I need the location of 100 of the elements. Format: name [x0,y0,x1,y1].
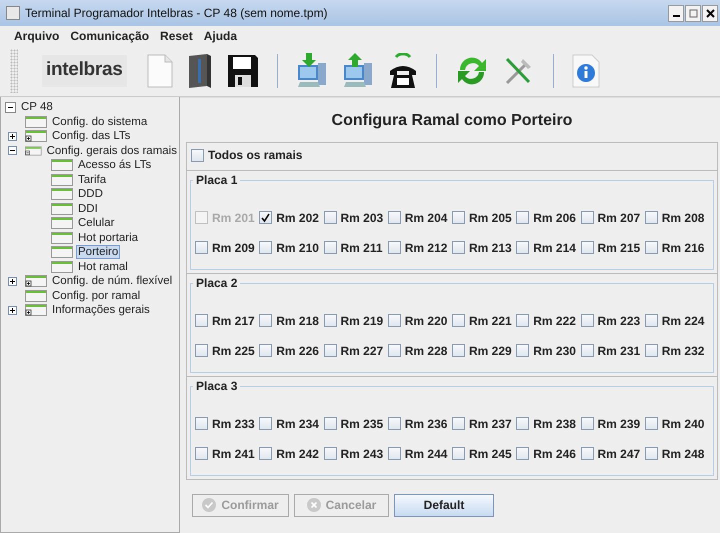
page-node-icon [51,202,73,215]
minimize-button[interactable] [668,4,684,22]
extension-checkbox[interactable]: Rm 229 [452,344,516,358]
tree-item[interactable]: CP 48 [19,100,55,114]
tree-item[interactable]: Config. de núm. flexível [50,274,174,288]
save-icon[interactable] [226,54,258,88]
extension-checkbox[interactable]: Rm 237 [452,416,516,430]
extension-checkbox[interactable]: Rm 204 [388,210,452,224]
tree-item[interactable]: Config. gerais dos ramais [44,144,179,158]
extension-checkbox[interactable]: Rm 216 [644,240,709,254]
extension-checkbox[interactable]: Rm 202 [259,210,324,224]
tree-item[interactable]: Hot ramal [76,260,130,274]
tree-item[interactable]: Tarifa [76,172,108,187]
extension-checkbox[interactable]: Rm 220 [388,314,452,328]
extension-checkbox[interactable]: Rm 217 [195,314,260,328]
extension-checkbox[interactable]: Rm 215 [580,240,645,254]
maximize-icon [688,8,698,18]
extension-checkbox[interactable]: Rm 241 [195,446,260,460]
info-icon[interactable] [572,54,600,88]
tree-item[interactable]: Config. do sistema [50,114,150,129]
close-icon [706,8,714,18]
expand-toggle-icon[interactable] [8,276,17,286]
extension-checkbox[interactable]: Rm 244 [388,446,452,460]
page-node-icon [51,217,73,230]
action-button[interactable]: Default [394,494,494,516]
extension-checkbox[interactable]: Rm 218 [259,314,324,328]
extension-checkbox[interactable]: Rm 248 [644,446,709,460]
tree-item[interactable]: Config. das LTs [50,129,132,144]
tree-item[interactable]: Celular [76,216,116,230]
menu-item[interactable]: Comunicação [70,29,150,43]
tree-item[interactable]: DDD [76,187,105,202]
expand-toggle-icon[interactable] [8,132,17,141]
tree-item[interactable]: Porteiro [76,245,120,260]
extension-checkbox[interactable]: Rm 236 [388,416,452,430]
folder-node-icon [25,304,47,316]
menu-item[interactable]: Reset [160,29,193,43]
minimize-icon [672,15,680,17]
extension-checkbox[interactable]: Rm 232 [644,344,709,358]
all-extensions-checkbox[interactable]: Todos os ramais [191,148,302,162]
extension-checkbox[interactable]: Rm 223 [580,314,645,328]
extension-checkbox[interactable]: Rm 233 [195,416,260,430]
panel-heading: Configura Ramal como Porteiro [330,111,574,131]
extension-checkbox[interactable]: Rm 213 [452,240,516,254]
upload-computer-icon[interactable] [342,53,374,89]
page-node-icon [51,174,73,186]
folder-node-icon [25,130,47,142]
extension-checkbox[interactable]: Rm 239 [580,416,645,430]
check-mark-icon [260,212,272,223]
folder-node-icon [25,144,42,157]
extension-checkbox[interactable]: Rm 222 [516,314,580,328]
extension-checkbox[interactable]: Rm 228 [388,344,452,358]
tree-item[interactable]: Hot portaria [76,230,140,245]
extension-checkbox[interactable]: Rm 231 [580,344,645,358]
extension-checkbox[interactable]: Rm 235 [324,416,388,430]
close-button[interactable] [702,4,718,22]
extension-checkbox[interactable]: Rm 227 [324,344,388,358]
extension-checkbox[interactable]: Rm 242 [259,446,324,460]
menu-item[interactable]: Arquivo [14,29,60,43]
tree-item[interactable]: Acesso ás LTs [76,158,154,172]
extension-checkbox[interactable]: Rm 206 [516,210,580,224]
extension-checkbox[interactable]: Rm 209 [195,240,260,254]
collapse-root-icon[interactable] [5,102,16,113]
extension-checkbox[interactable]: Rm 203 [324,210,388,224]
tree-item[interactable]: Config. por ramal [50,288,142,303]
extension-checkbox[interactable]: Rm 240 [644,416,709,430]
extension-checkbox[interactable]: Rm 219 [324,314,388,328]
extension-checkbox[interactable]: Rm 226 [259,344,324,358]
maximize-button[interactable] [685,4,701,22]
extension-checkbox[interactable]: Rm 230 [516,344,580,358]
extension-checkbox[interactable]: Rm 212 [388,240,452,254]
expand-toggle-icon[interactable] [8,146,17,156]
extension-checkbox[interactable]: Rm 234 [259,416,324,430]
menu-item[interactable]: Ajuda [204,29,238,43]
extension-checkbox[interactable]: Rm 243 [324,446,388,460]
expand-toggle-icon[interactable] [8,306,17,315]
page-node-icon [25,290,47,302]
window-menu-icon[interactable] [6,6,20,20]
extension-checkbox[interactable]: Rm 210 [259,240,324,254]
extension-checkbox[interactable]: Rm 208 [644,210,709,224]
extension-checkbox[interactable]: Rm 211 [324,240,388,254]
extension-checkbox[interactable]: Rm 246 [516,446,580,460]
extension-checkbox[interactable]: Rm 225 [195,344,260,358]
extension-checkbox[interactable]: Rm 238 [516,416,580,430]
page-node-icon [51,159,73,172]
extension-checkbox[interactable]: Rm 245 [452,446,516,460]
tree-item[interactable]: Informações gerais [50,303,152,318]
extension-checkbox[interactable]: Rm 221 [452,314,516,328]
telephone-icon[interactable] [388,53,418,89]
extension-checkbox[interactable]: Rm 207 [580,210,645,224]
extension-checkbox[interactable]: Rm 214 [516,240,580,254]
check-circle-icon [202,498,216,512]
extension-checkbox[interactable]: Rm 224 [644,314,709,328]
group-title: Placa 1 [193,172,240,186]
extension-checkbox[interactable]: Rm 205 [452,210,516,224]
extension-checkbox[interactable]: Rm 247 [580,446,645,460]
book-icon[interactable] [186,53,212,89]
group-title: Placa 3 [193,378,240,392]
tree-item[interactable]: DDI [76,202,100,216]
toolbar-grip[interactable] [10,49,18,93]
download-computer-icon[interactable] [296,53,328,89]
